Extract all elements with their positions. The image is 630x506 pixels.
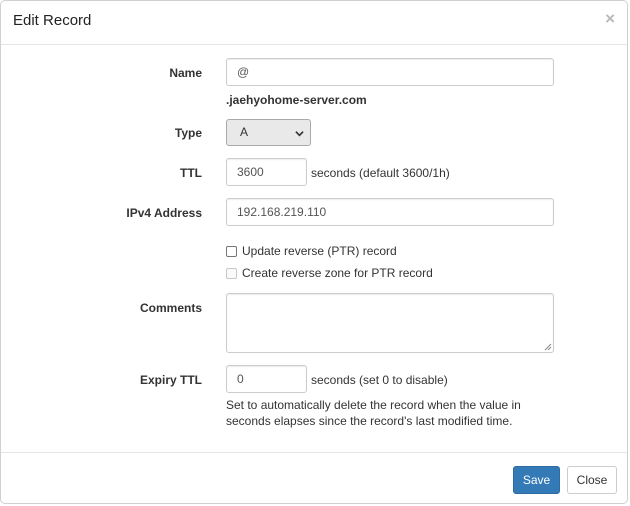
dialog-header: Edit Record × <box>1 1 627 45</box>
ipv4-input[interactable]: 192.168.219.110 <box>226 198 554 226</box>
create-reverse-zone-label: Create reverse zone for PTR record <box>242 266 433 280</box>
expiry-ttl-label: Expiry TTL <box>139 373 202 387</box>
dialog-title: Edit Record <box>13 12 92 29</box>
type-selected-value: A <box>240 125 249 139</box>
ipv4-label: IPv4 Address <box>126 206 202 220</box>
close-button[interactable]: Close <box>567 466 617 494</box>
close-icon[interactable]: × <box>605 10 615 27</box>
save-button[interactable]: Save <box>513 466 560 494</box>
create-reverse-zone-checkbox <box>226 268 237 279</box>
ttl-label: TTL <box>180 166 202 180</box>
name-input[interactable]: @ <box>226 58 554 86</box>
edit-record-dialog: Edit Record × Name @ .jaehyohome-server.… <box>0 0 628 504</box>
type-label: Type <box>174 126 202 140</box>
expiry-ttl-help-text: Set to automatically delete the record w… <box>226 398 521 428</box>
expiry-ttl-hint: seconds (set 0 to disable) <box>311 373 448 387</box>
name-label: Name <box>169 66 202 80</box>
dialog-footer: Save Close <box>1 452 627 505</box>
type-select[interactable]: A <box>226 119 311 146</box>
ttl-hint: seconds (default 3600/1h) <box>311 166 450 180</box>
comments-textarea[interactable] <box>226 293 554 353</box>
chevron-down-icon <box>295 131 304 137</box>
update-ptr-checkbox[interactable] <box>226 246 237 257</box>
ttl-input[interactable]: 3600 <box>226 158 307 186</box>
zone-suffix: .jaehyohome-server.com <box>226 93 367 107</box>
comments-label: Comments <box>139 301 202 315</box>
expiry-ttl-input[interactable]: 0 <box>226 365 307 393</box>
update-ptr-label: Update reverse (PTR) record <box>242 244 397 258</box>
resize-grip-icon[interactable] <box>544 343 552 351</box>
